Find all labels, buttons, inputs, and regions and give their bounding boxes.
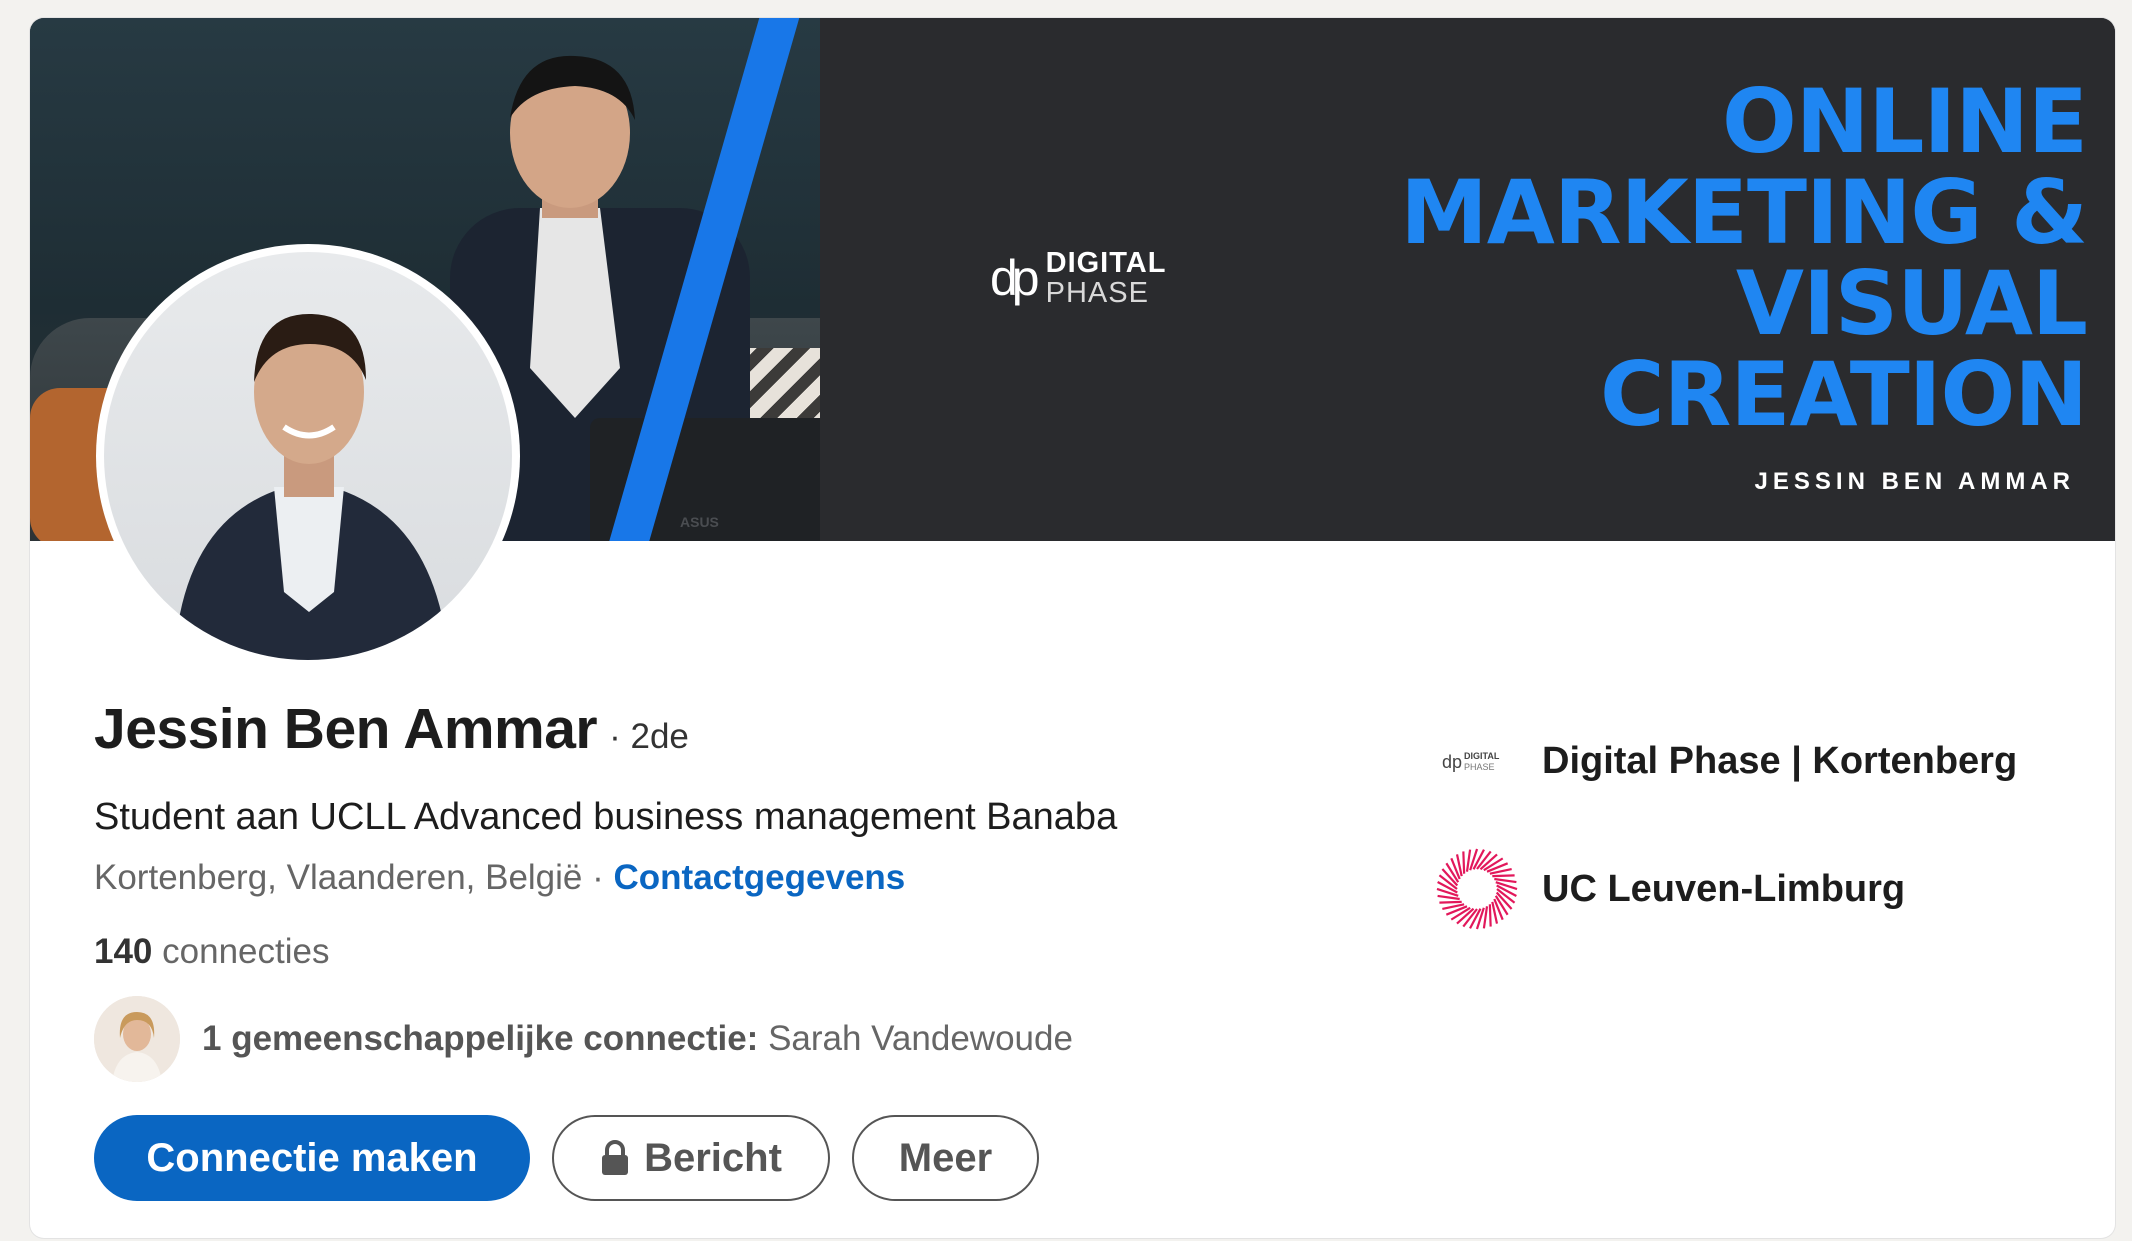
- svg-text:dp: dp: [1442, 752, 1462, 772]
- laptop-brand: ASUS: [680, 514, 719, 530]
- message-button-label: Bericht: [644, 1135, 782, 1180]
- banner-headline: ONLINE MARKETING & VISUAL CREATION: [1400, 70, 2088, 446]
- organization-digital-phase[interactable]: dp DIGITAL PHASE Digital Phase | Kortenb…: [1434, 718, 2017, 804]
- profile-name-row: Jessin Ben Ammar · 2de: [94, 696, 689, 762]
- profile-location: Kortenberg, Vlaanderen, België ·: [94, 858, 604, 897]
- profile-name: Jessin Ben Ammar: [94, 697, 598, 761]
- profile-actions: Connectie maken Bericht Meer: [94, 1115, 1039, 1201]
- svg-text:PHASE: PHASE: [1464, 762, 1495, 772]
- lock-icon: [602, 1140, 629, 1175]
- message-button[interactable]: Bericht: [552, 1115, 830, 1201]
- dp-logo-icon: dp: [990, 250, 1040, 307]
- mutual-connections-label: 1 gemeenschappelijke connectie:: [202, 1019, 759, 1058]
- profile-photo: [174, 313, 449, 660]
- organization-name: UC Leuven-Limburg: [1542, 867, 1906, 910]
- mutual-connections[interactable]: 1 gemeenschappelijke connectie: Sarah Va…: [94, 996, 1073, 1082]
- profile-headline: Student aan UCLL Advanced business manag…: [94, 796, 1118, 838]
- organization-ucll[interactable]: UC Leuven-Limburg: [1434, 846, 2017, 932]
- mutual-connection-avatar: [94, 996, 180, 1082]
- contact-info-link[interactable]: Contactgegevens: [614, 858, 906, 897]
- digital-phase-banner-logo: dp DIGITAL PHASE: [990, 247, 1167, 310]
- connections-count: 140 connecties: [94, 932, 330, 971]
- connection-degree: · 2de: [609, 717, 689, 756]
- more-button[interactable]: Meer: [852, 1115, 1039, 1201]
- profile-avatar[interactable]: [96, 244, 520, 668]
- connect-button[interactable]: Connectie maken: [94, 1115, 530, 1201]
- profile-organizations: dp DIGITAL PHASE Digital Phase | Kortenb…: [1434, 718, 2017, 974]
- banner-name: JESSIN BEN AMMAR: [1754, 468, 2075, 495]
- ucll-logo-icon: [1434, 846, 1520, 932]
- organization-name: Digital Phase | Kortenberg: [1542, 739, 2018, 782]
- profile-location-row: Kortenberg, Vlaanderen, België · Contact…: [94, 858, 905, 898]
- profile-card: ASUS dp DIGITAL PHASE ONLINE MARKETING &…: [30, 18, 2115, 1238]
- svg-text:DIGITAL: DIGITAL: [1464, 751, 1500, 761]
- digital-phase-logo: dp DIGITAL PHASE: [1434, 718, 1520, 804]
- mutual-connection-name: Sarah Vandewoude: [768, 1019, 1073, 1058]
